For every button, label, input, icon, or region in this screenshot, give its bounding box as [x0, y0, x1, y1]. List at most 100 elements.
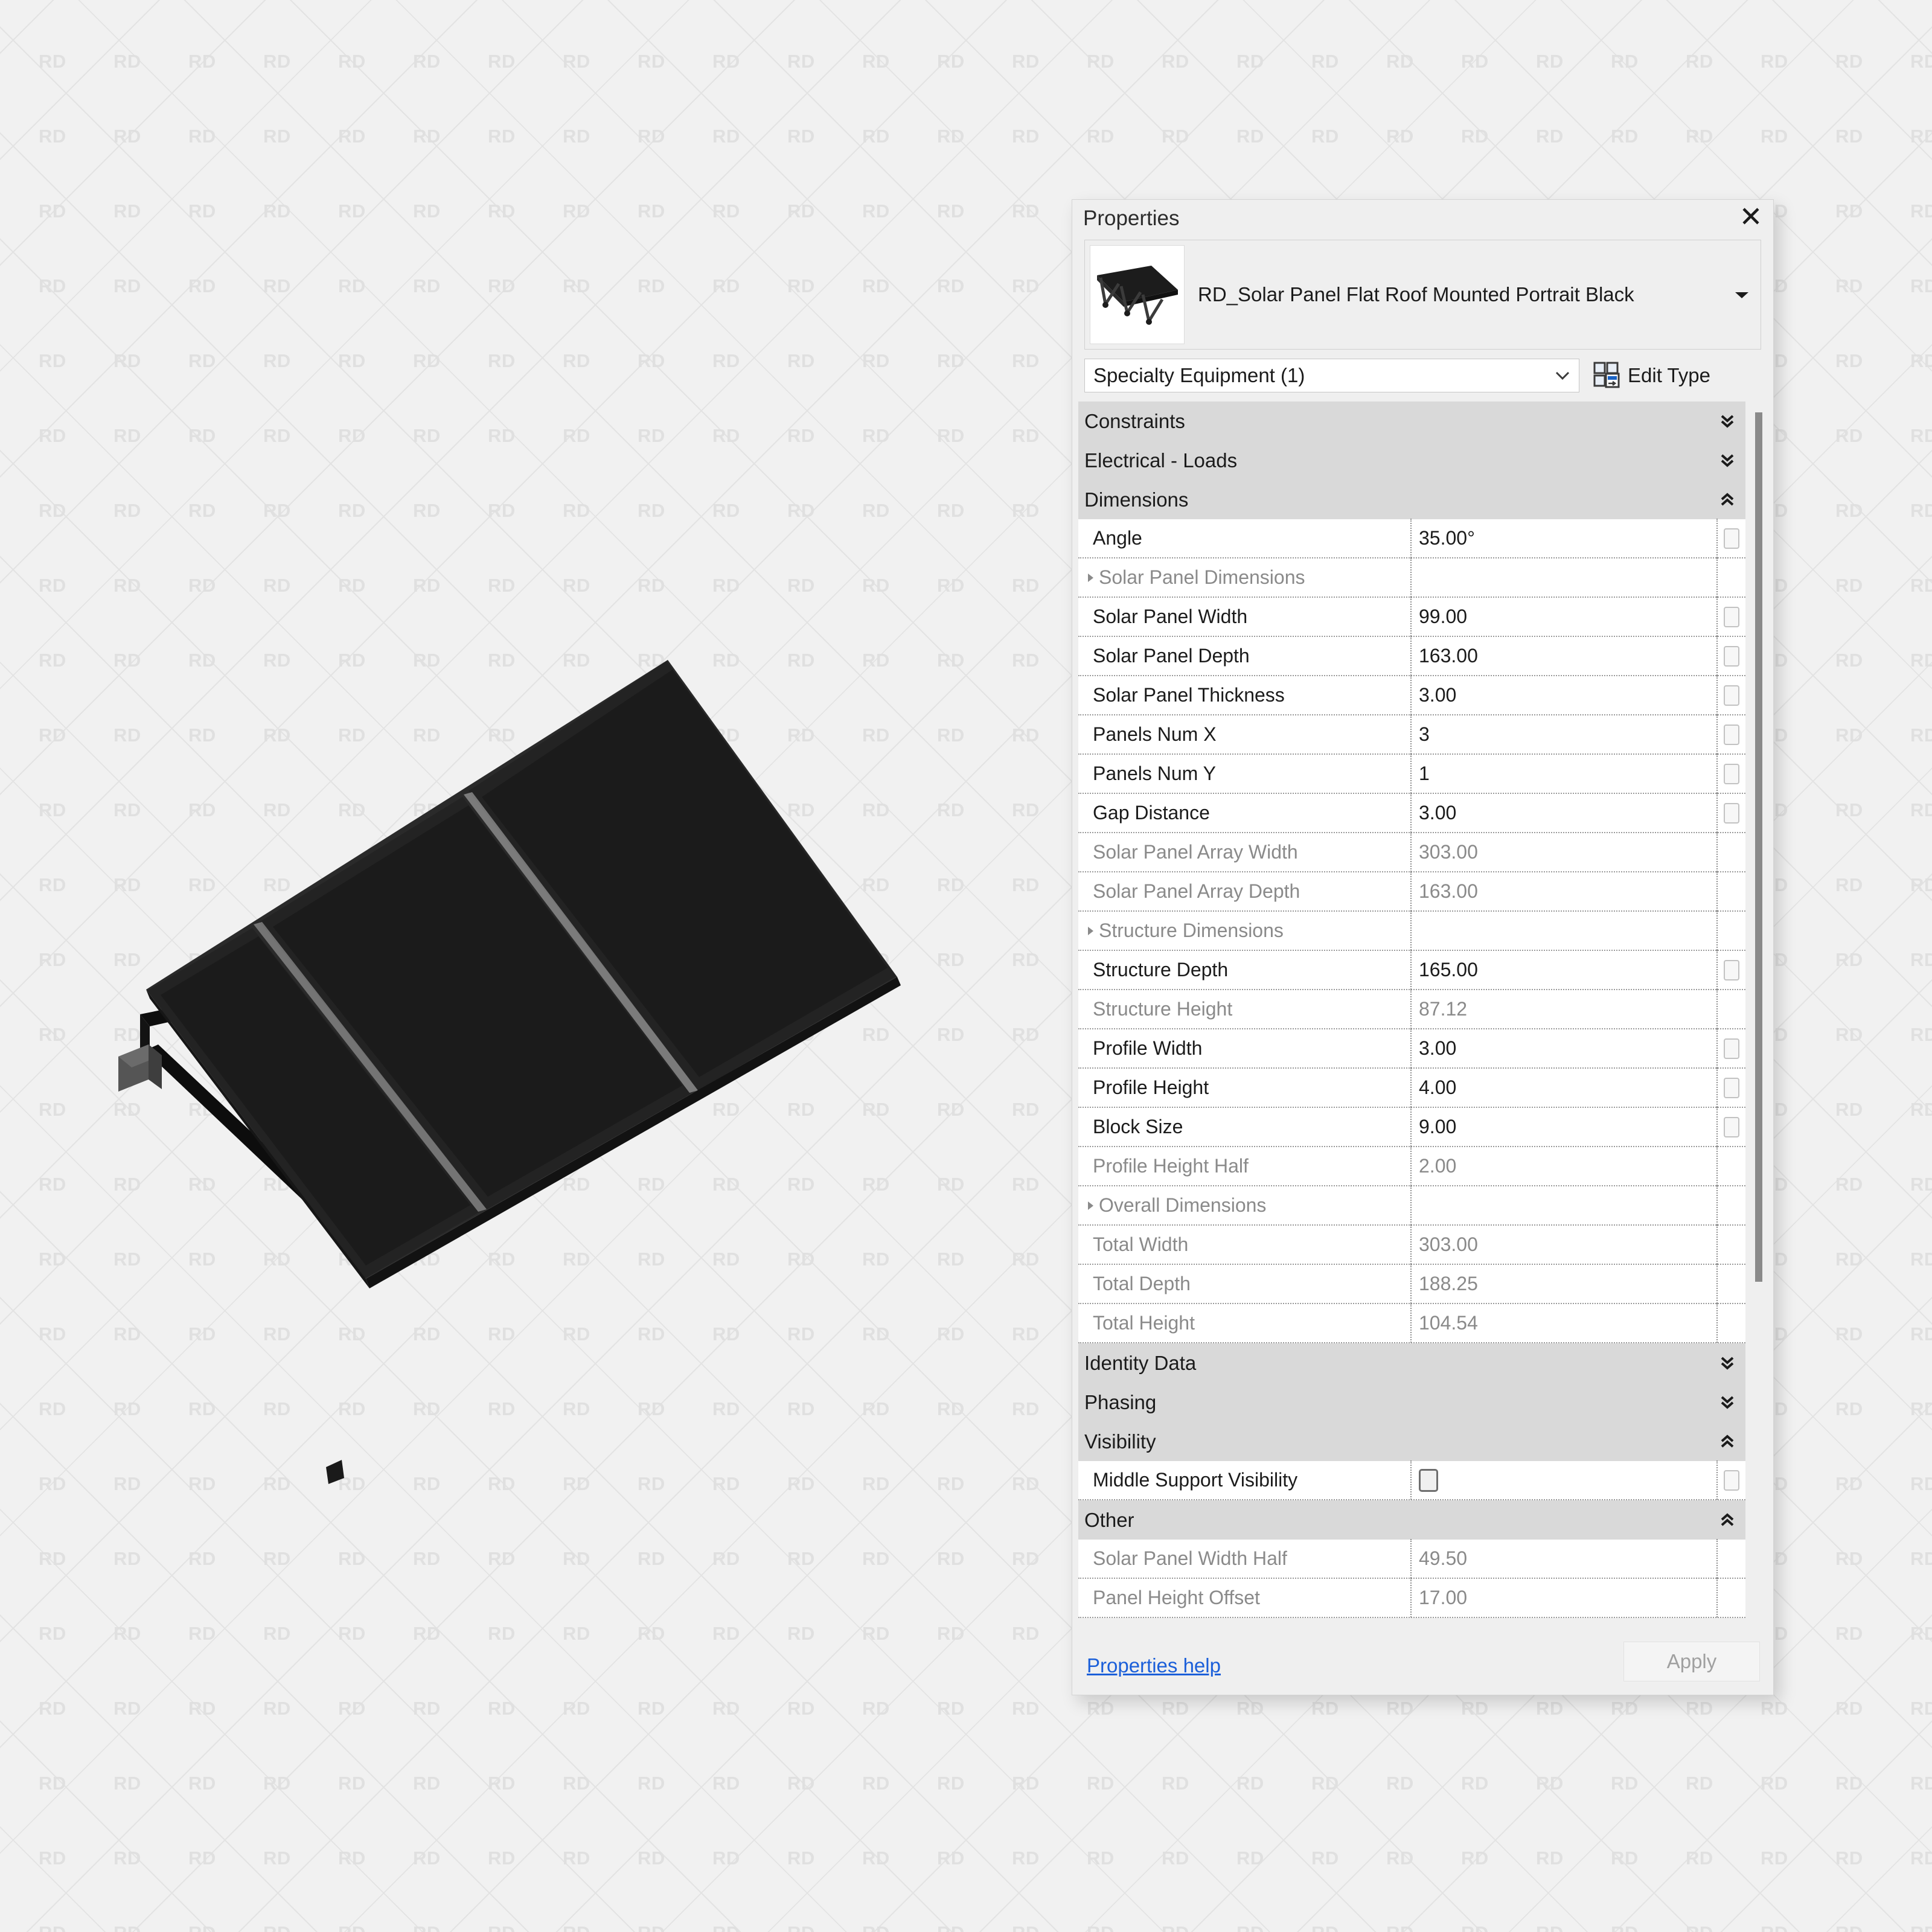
property-lock-cell[interactable] — [1716, 1264, 1745, 1303]
property-lock-cell[interactable] — [1716, 597, 1745, 636]
close-icon[interactable] — [1737, 202, 1765, 230]
parameter-association-button[interactable] — [1724, 763, 1739, 784]
property-value-cell[interactable]: 303.00 — [1410, 1225, 1716, 1264]
property-lock-cell[interactable] — [1716, 1303, 1745, 1343]
property-value-cell[interactable]: 3.00 — [1410, 1029, 1716, 1068]
properties-help-link[interactable]: Properties help — [1087, 1654, 1221, 1677]
property-group-header[interactable]: Visibility — [1078, 1422, 1745, 1461]
chevron-down-icon[interactable] — [1709, 1395, 1745, 1410]
property-subheader-row[interactable]: Overall Dimensions — [1078, 1186, 1745, 1226]
property-row[interactable]: Total Width 303.00 — [1078, 1225, 1745, 1265]
property-row[interactable]: Solar Panel Width Half 49.50 — [1078, 1539, 1745, 1579]
property-lock-cell[interactable] — [1716, 1068, 1745, 1107]
property-value-cell[interactable]: 165.00 — [1410, 950, 1716, 990]
edit-type-button[interactable]: Edit Type — [1593, 359, 1710, 392]
apply-button[interactable]: Apply — [1623, 1642, 1760, 1681]
property-group-header[interactable]: Other — [1078, 1500, 1745, 1540]
scrollbar-thumb[interactable] — [1755, 412, 1762, 1282]
property-row[interactable]: Profile Height 4.00 — [1078, 1068, 1745, 1108]
type-selector-card[interactable]: RD_Solar Panel Flat Roof Mounted Portrai… — [1084, 240, 1761, 350]
property-value-cell[interactable]: 3.00 — [1410, 793, 1716, 833]
property-value-cell[interactable]: 4.00 — [1410, 1068, 1716, 1107]
property-value-cell[interactable]: 303.00 — [1410, 833, 1716, 872]
property-lock-cell[interactable] — [1716, 990, 1745, 1029]
property-group-header[interactable]: Electrical - Loads — [1078, 441, 1745, 480]
property-group-header[interactable]: Constraints — [1078, 401, 1745, 441]
property-row[interactable]: Total Height 104.54 — [1078, 1303, 1745, 1343]
chevron-down-icon[interactable] — [1728, 245, 1756, 344]
middle-support-visibility-checkbox[interactable] — [1419, 1468, 1438, 1492]
property-lock-cell[interactable] — [1716, 636, 1745, 676]
dialog-titlebar[interactable]: Properties — [1072, 200, 1773, 237]
chevron-up-icon[interactable] — [1709, 1434, 1745, 1450]
property-value-cell[interactable]: 163.00 — [1410, 636, 1716, 676]
parameter-association-button[interactable] — [1724, 685, 1739, 706]
property-value-cell[interactable] — [1410, 1460, 1716, 1500]
property-value-cell[interactable]: 99.00 — [1410, 597, 1716, 636]
property-value-cell[interactable]: 2.00 — [1410, 1147, 1716, 1186]
property-grid-scrollbar[interactable] — [1745, 401, 1773, 1637]
property-value-cell[interactable]: 1 — [1410, 754, 1716, 793]
property-row[interactable]: Solar Panel Array Width 303.00 — [1078, 833, 1745, 872]
property-lock-cell[interactable] — [1716, 715, 1745, 754]
property-lock-cell[interactable] — [1716, 1539, 1745, 1578]
property-value-cell[interactable]: 3.00 — [1410, 676, 1716, 715]
property-row[interactable]: Profile Width 3.00 — [1078, 1029, 1745, 1069]
property-lock-cell[interactable] — [1716, 1225, 1745, 1264]
parameter-association-button[interactable] — [1724, 1116, 1739, 1137]
parameter-association-button[interactable] — [1724, 1038, 1739, 1059]
chevron-up-icon[interactable] — [1709, 1512, 1745, 1528]
property-value-cell[interactable]: 188.25 — [1410, 1264, 1716, 1303]
property-value-cell[interactable]: 49.50 — [1410, 1539, 1716, 1578]
property-value-cell[interactable]: 3 — [1410, 715, 1716, 754]
property-row[interactable]: Profile Height Half 2.00 — [1078, 1147, 1745, 1186]
property-value-cell[interactable]: 87.12 — [1410, 990, 1716, 1029]
property-lock-cell[interactable] — [1716, 950, 1745, 990]
property-row[interactable]: Structure Depth 165.00 — [1078, 950, 1745, 990]
property-group-header[interactable]: Dimensions — [1078, 480, 1745, 519]
property-row[interactable]: Solar Panel Width 99.00 — [1078, 597, 1745, 637]
property-row[interactable]: Panels Num Y 1 — [1078, 754, 1745, 794]
property-group-header[interactable]: Identity Data — [1078, 1343, 1745, 1383]
chevron-down-icon[interactable] — [1709, 1355, 1745, 1371]
property-row[interactable]: Gap Distance 3.00 — [1078, 793, 1745, 833]
parameter-association-button[interactable] — [1724, 528, 1739, 549]
property-lock-cell[interactable] — [1716, 519, 1745, 558]
property-group-header[interactable]: Phasing — [1078, 1383, 1745, 1422]
property-subheader-row[interactable]: Solar Panel Dimensions — [1078, 558, 1745, 598]
property-value-cell[interactable]: 104.54 — [1410, 1303, 1716, 1343]
parameter-association-button[interactable] — [1724, 802, 1739, 824]
chevron-down-icon[interactable] — [1709, 414, 1745, 429]
property-row[interactable]: Solar Panel Thickness 3.00 — [1078, 676, 1745, 715]
property-value-cell[interactable]: 17.00 — [1410, 1578, 1716, 1617]
property-row[interactable]: Total Depth 188.25 — [1078, 1264, 1745, 1304]
property-lock-cell[interactable] — [1716, 793, 1745, 833]
parameter-association-button[interactable] — [1724, 724, 1739, 745]
chevron-up-icon[interactable] — [1709, 492, 1745, 508]
property-row[interactable]: Block Size 9.00 — [1078, 1107, 1745, 1147]
property-lock-cell[interactable] — [1716, 1029, 1745, 1068]
property-lock-cell[interactable] — [1716, 754, 1745, 793]
property-lock-cell[interactable] — [1716, 1147, 1745, 1186]
parameter-association-button[interactable] — [1724, 959, 1739, 980]
property-lock-cell[interactable] — [1716, 1107, 1745, 1147]
property-subheader-row[interactable]: Structure Dimensions — [1078, 911, 1745, 951]
property-value-cell[interactable]: 35.00° — [1410, 519, 1716, 558]
property-row[interactable]: Solar Panel Array Depth 163.00 — [1078, 872, 1745, 912]
property-row[interactable]: Angle 35.00° — [1078, 519, 1745, 558]
property-row[interactable]: Panel Height Offset 17.00 — [1078, 1578, 1745, 1618]
property-lock-cell[interactable] — [1716, 1460, 1745, 1500]
property-lock-cell[interactable] — [1716, 872, 1745, 911]
property-row[interactable]: Panels Num X 3 — [1078, 715, 1745, 755]
parameter-association-button[interactable] — [1724, 645, 1739, 667]
chevron-down-icon[interactable] — [1709, 453, 1745, 469]
property-row[interactable]: Solar Panel Depth 163.00 — [1078, 636, 1745, 676]
category-select[interactable]: Specialty Equipment (1) — [1084, 359, 1579, 392]
parameter-association-button[interactable] — [1724, 1077, 1739, 1098]
property-row[interactable]: Middle Support Visibility — [1078, 1460, 1745, 1500]
property-value-cell[interactable]: 9.00 — [1410, 1107, 1716, 1147]
parameter-association-button[interactable] — [1724, 606, 1739, 627]
property-lock-cell[interactable] — [1716, 833, 1745, 872]
parameter-association-button[interactable] — [1724, 1470, 1739, 1491]
property-lock-cell[interactable] — [1716, 1578, 1745, 1617]
